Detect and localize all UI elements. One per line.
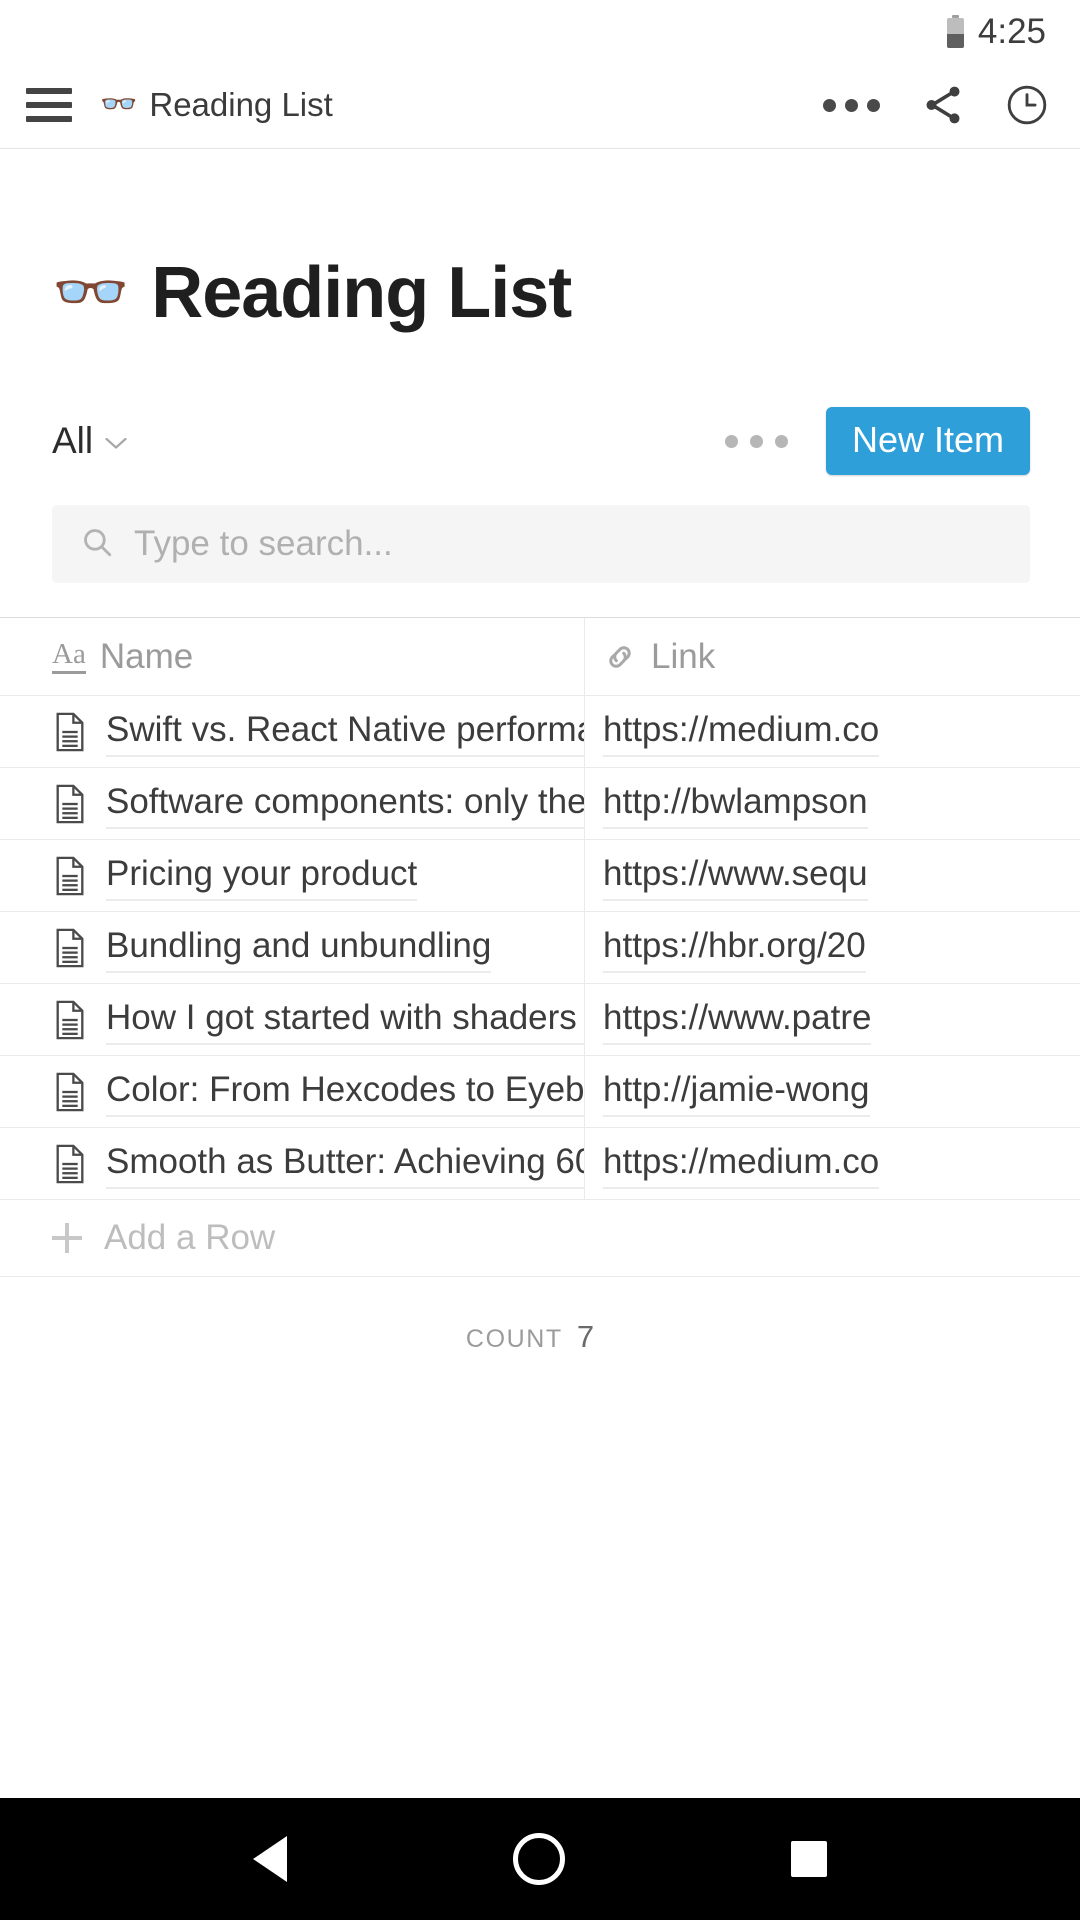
table-row[interactable]: Pricing your product https://www.sequ (0, 839, 1080, 911)
overflow-menu-icon[interactable] (821, 91, 882, 120)
table-cell-name-text: Smooth as Butter: Achieving 60 FPS A (106, 1138, 585, 1188)
table-cell-name-text: How I got started with shaders (Non-S (106, 994, 585, 1044)
view-filter-select[interactable]: All (52, 420, 127, 462)
table-cell-name-text: Color: From Hexcodes to Eyeballs (106, 1066, 585, 1116)
battery-icon (947, 15, 964, 48)
page-glasses-icon: 👓 (52, 262, 129, 324)
app-bar-actions (821, 82, 1050, 128)
home-circle-icon[interactable] (513, 1833, 565, 1885)
table-count-summary: COUNT 7 (0, 1319, 1080, 1355)
page-header: 👓 Reading List (0, 149, 1080, 329)
share-icon[interactable] (920, 82, 966, 128)
table-options-icon[interactable] (725, 435, 788, 448)
view-filter-label: All (52, 420, 93, 462)
table-header-label-name: Name (100, 637, 193, 677)
app-bar: 👓 Reading List (0, 62, 1080, 149)
table-header-cell-name[interactable]: Aa Name (0, 618, 585, 695)
status-bar-clock: 4:25 (978, 14, 1046, 49)
table-row[interactable]: Color: From Hexcodes to Eyeballs http://… (0, 1055, 1080, 1127)
count-label: COUNT (466, 1325, 563, 1354)
link-icon (603, 640, 637, 674)
table-row[interactable]: Software components: only the giants htt… (0, 767, 1080, 839)
table-cell-name-text: Pricing your product (106, 850, 417, 900)
table-header-cell-link[interactable]: Link (585, 618, 1080, 695)
table-row[interactable]: Smooth as Butter: Achieving 60 FPS A htt… (0, 1127, 1080, 1199)
table-cell-link-text: https://www.sequ (603, 850, 868, 900)
table-cell-link[interactable]: https://medium.co (585, 1128, 1080, 1199)
table-cell-link-text: https://www.patre (603, 994, 871, 1044)
table-header-row: Aa Name Link (0, 617, 1080, 695)
history-clock-icon[interactable] (1004, 82, 1050, 128)
status-bar: 4:25 (0, 0, 1080, 62)
table-cell-name[interactable]: Bundling and unbundling (0, 912, 585, 983)
table-cell-link[interactable]: https://www.sequ (585, 840, 1080, 911)
hamburger-menu-icon[interactable] (26, 88, 72, 122)
search-input[interactable] (134, 524, 1002, 564)
table-cell-link-text: https://medium.co (603, 706, 879, 756)
table-cell-name[interactable]: Software components: only the giants (0, 768, 585, 839)
new-item-button[interactable]: New Item (826, 407, 1030, 475)
table-cell-link[interactable]: http://jamie-wong (585, 1056, 1080, 1127)
data-table: Aa Name Link (0, 617, 1080, 1355)
page-title: Reading List (151, 257, 571, 329)
table-cell-link-text: http://bwlampson (603, 778, 868, 828)
document-icon (52, 1144, 88, 1184)
recents-square-icon[interactable] (791, 1841, 827, 1877)
table-cell-name[interactable]: Swift vs. React Native performance (0, 696, 585, 767)
document-icon (52, 856, 88, 896)
document-icon (52, 928, 88, 968)
table-cell-name[interactable]: Pricing your product (0, 840, 585, 911)
table-cell-name-text: Bundling and unbundling (106, 922, 491, 972)
table-row[interactable]: Bundling and unbundling https://hbr.org/… (0, 911, 1080, 983)
glasses-icon: 👓 (100, 90, 137, 120)
table-cell-name[interactable]: Color: From Hexcodes to Eyeballs (0, 1056, 585, 1127)
plus-icon (52, 1223, 82, 1253)
table-row[interactable]: Swift vs. React Native performance https… (0, 695, 1080, 767)
table-cell-link-text: https://hbr.org/20 (603, 922, 866, 972)
table-header-label-link: Link (651, 637, 715, 677)
table-cell-name[interactable]: How I got started with shaders (Non-S (0, 984, 585, 1055)
table-row[interactable]: How I got started with shaders (Non-S ht… (0, 983, 1080, 1055)
back-triangle-icon[interactable] (253, 1836, 287, 1882)
page-content: 👓 Reading List All New Item (0, 149, 1080, 1355)
table-cell-link[interactable]: https://medium.co (585, 696, 1080, 767)
search-icon (80, 525, 114, 564)
table-cell-link[interactable]: https://www.patre (585, 984, 1080, 1055)
table-cell-link[interactable]: https://hbr.org/20 (585, 912, 1080, 983)
document-icon (52, 712, 88, 752)
chevron-down-icon (105, 437, 127, 450)
count-value: 7 (577, 1319, 594, 1355)
document-icon (52, 1072, 88, 1112)
app-bar-title: Reading List (149, 86, 332, 124)
table-cell-link-text: http://jamie-wong (603, 1066, 870, 1116)
document-icon (52, 1000, 88, 1040)
android-navigation-bar (0, 1798, 1080, 1920)
add-row-button[interactable]: Add a Row (0, 1199, 1080, 1277)
view-toolbar: All New Item (0, 407, 1080, 475)
table-cell-name-text: Software components: only the giants (106, 778, 585, 828)
add-row-label: Add a Row (104, 1218, 275, 1258)
document-icon (52, 784, 88, 824)
text-field-icon: Aa (52, 639, 86, 673)
table-cell-link[interactable]: http://bwlampson (585, 768, 1080, 839)
search-bar[interactable] (52, 505, 1030, 583)
table-cell-link-text: https://medium.co (603, 1138, 879, 1188)
table-cell-name-text: Swift vs. React Native performance (106, 706, 585, 756)
table-cell-name[interactable]: Smooth as Butter: Achieving 60 FPS A (0, 1128, 585, 1199)
